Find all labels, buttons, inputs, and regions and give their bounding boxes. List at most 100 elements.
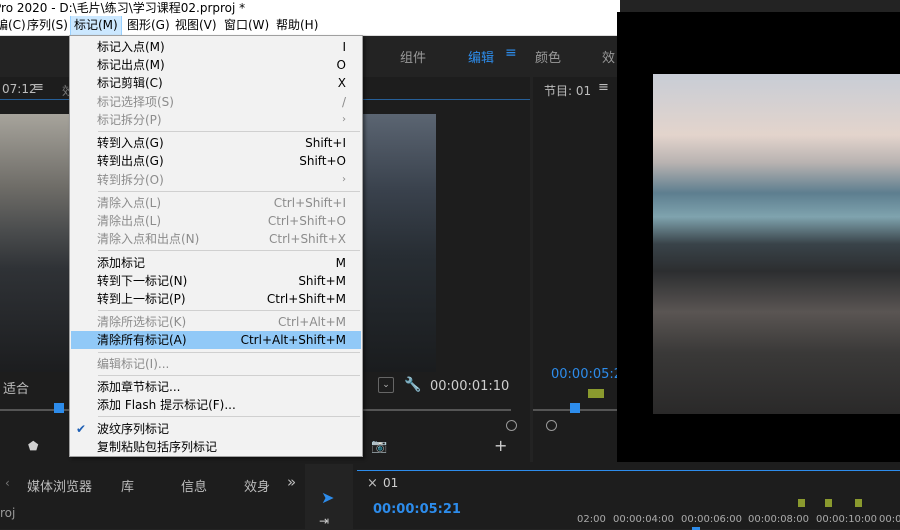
timeline-timecode[interactable]: 00:00:05:21 [373,502,461,517]
more-tabs-icon[interactable]: » [287,473,296,491]
window-title-bar: Pro 2020 - D:\毛片\练习\学习课程02.prproj * [0,0,620,16]
marker-menu-item[interactable]: 转到出点(G) Shift+O [71,152,361,170]
close-sequence-icon[interactable]: × [367,476,378,491]
marker-menu-item[interactable]: 清除入点(L) Ctrl+Shift+I [71,194,361,212]
workspace-tab-editing[interactable]: 编辑 [468,47,494,66]
marker-menu-dropdown: 标记入点(M) I 标记出点(M) O 标记剪辑(C) X 标记选择项(S) / 标记拆分(P)… [69,35,363,457]
marker-menu-item[interactable]: 清除所选标记(K) Ctrl+Alt+M [71,313,361,331]
marker-menu-item[interactable]: 清除出点(L) Ctrl+Shift+O [71,212,361,230]
marker-menu-item[interactable]: 转到上一标记(P) Ctrl+Shift+M [71,290,361,308]
menu-item-label: 清除入点和出点(N) [97,232,200,247]
timeline-marker-2[interactable] [825,499,832,507]
wrench-icon[interactable]: 🔧 [404,377,421,393]
menu-edit[interactable]: 编(C) [0,16,26,35]
ruler-label-1: 00:00:04:00 [613,514,675,525]
menu-item-shortcut: Ctrl+Alt+Shift+M [240,333,346,348]
project-tab-overflow-icon[interactable]: ‹ [5,476,10,490]
timeline-panel: × 01 00:00:05:21 02:00 00:00:04:00 00:00… [357,470,900,530]
menu-item-label: 标记选择项(S) [97,94,174,109]
menu-separator [98,131,360,132]
program-zoom-handle[interactable] [546,420,557,431]
add-button-icon[interactable]: + [494,436,507,455]
marker-menu-item[interactable]: 清除入点和出点(N) Ctrl+Shift+X [71,230,361,248]
menu-item-label: 标记剪辑(C) [97,76,163,91]
menu-item-label: 编辑标记(I)... [97,356,170,371]
menu-separator [98,310,360,312]
marker-menu-item[interactable]: 复制粘贴包括序列标记 [71,438,361,456]
menu-item-label: 标记入点(M) [97,40,165,54]
menu-item-shortcut: Ctrl+Alt+M [277,315,346,330]
track-select-tool-icon[interactable]: ⇥ [319,514,329,528]
project-tab-effects[interactable]: 效身 [244,476,270,495]
menu-view[interactable]: 视图(V) [175,16,217,35]
menu-item-label: 添加标记 [97,255,146,270]
source-video-frame [0,114,70,372]
marker-menu-item[interactable]: 标记出点(M) O [71,56,361,74]
timeline-marker-1[interactable] [798,499,805,507]
menu-item-label: 清除所有标记(A) [97,333,187,348]
marker-menu-item[interactable]: 标记选择项(S) / [71,93,361,111]
marker-menu-item[interactable]: 转到入点(G) Shift+I [71,134,361,152]
menu-separator [98,250,360,252]
marker-menu-item[interactable]: ✔ 波纹序列标记 [71,420,361,438]
marker-menu-item[interactable]: 添加标记 M [71,254,361,272]
source-scrub-track-right[interactable] [361,409,511,411]
fit-dropdown[interactable]: 适合 [3,378,29,397]
marker-menu-item[interactable]: 清除所有标记(A) Ctrl+Alt+Shift+M [71,331,361,350]
menu-item-shortcut: Ctrl+Shift+O [267,214,346,228]
menu-item-label: 波纹序列标记 [97,421,170,436]
project-tab-info[interactable]: 信息 [181,476,207,495]
source-panel-menu-icon[interactable]: ≡ [33,80,44,95]
marker-menu-item[interactable]: 转到下一标记(N) Shift+M [71,272,361,290]
menu-sequence[interactable]: 序列(S) [27,16,68,35]
menu-item-shortcut: Shift+O [299,154,346,169]
menu-item-label: 标记拆分(P) [97,112,162,127]
marker-menu-item[interactable]: 添加章节标记... [71,378,361,396]
marker-menu-item[interactable]: 转到拆分(O) › [71,171,361,189]
workspace-menu-icon[interactable]: ≡ [505,45,517,61]
program-timecode[interactable]: 00:00:05:2 [551,367,622,382]
menu-marker[interactable]: 标记(M) [70,16,122,35]
program-marker [588,389,604,398]
source-playhead[interactable] [54,403,64,413]
add-marker-icon[interactable]: ⬟ [28,439,38,453]
timeline-marker-3[interactable] [855,499,862,507]
source-timecode-tab[interactable]: 07:12 [2,82,37,96]
marker-menu-item[interactable]: 标记剪辑(C) X [71,74,361,92]
menu-item-shortcut: Ctrl+Shift+I [273,195,346,210]
marker-menu-item[interactable]: 标记拆分(P) › [71,111,361,129]
menu-item-shortcut: O [336,58,346,73]
menu-item-label: 转到出点(G) [97,154,164,169]
program-panel-menu-icon[interactable]: ≡ [598,80,609,95]
menu-bar: 编(C) 序列(S) 标记(M) 图形(G) 视图(V) 窗口(W) 帮助(H) [0,16,620,36]
marker-menu-item[interactable]: 编辑标记(I)... [71,355,361,373]
menu-item-label: 标记出点(M) [97,58,165,73]
menu-item-label: 转到入点(G) [97,136,164,151]
project-tab-media-browser[interactable]: 媒体浏览器 [27,476,92,495]
selection-tool-icon[interactable]: ➤ [321,488,334,507]
workspace-tab-assembly[interactable]: 组件 [400,47,426,66]
workspace-tab-effects[interactable]: 效 [602,47,615,66]
program-playhead[interactable] [570,403,580,413]
menu-item-shortcut: M [335,255,346,270]
menu-graphics[interactable]: 图形(G) [127,16,170,35]
menu-help[interactable]: 帮助(H) [276,16,318,35]
camera-icon[interactable]: 📷 [371,439,387,454]
project-tab-libraries[interactable]: 库 [121,476,134,495]
menu-item-label: 转到下一标记(N) [97,273,188,288]
workspace-tab-color[interactable]: 颜色 [535,47,561,66]
program-title[interactable]: 节目: 01 [544,82,591,99]
menu-separator [98,190,360,192]
menu-item-label: 清除所选标记(K) [97,315,187,330]
marker-menu-item[interactable]: 标记入点(M) I [71,38,361,56]
source-zoom-handle[interactable] [506,420,517,431]
menu-item-label: 添加 Flash 提示标记(F)... [97,398,236,413]
resolution-dropdown-chevron-icon[interactable]: ⌄ [378,377,394,393]
menu-window[interactable]: 窗口(W) [224,16,269,35]
menu-item-shortcut: Ctrl+Shift+X [269,232,346,247]
menu-item-shortcut: I [342,40,346,54]
menu-item-shortcut: Shift+I [305,136,346,151]
marker-menu-item[interactable]: 添加 Flash 提示标记(F)... [71,396,361,414]
sequence-tab[interactable]: 01 [383,476,398,490]
video-preview-window [617,12,900,478]
